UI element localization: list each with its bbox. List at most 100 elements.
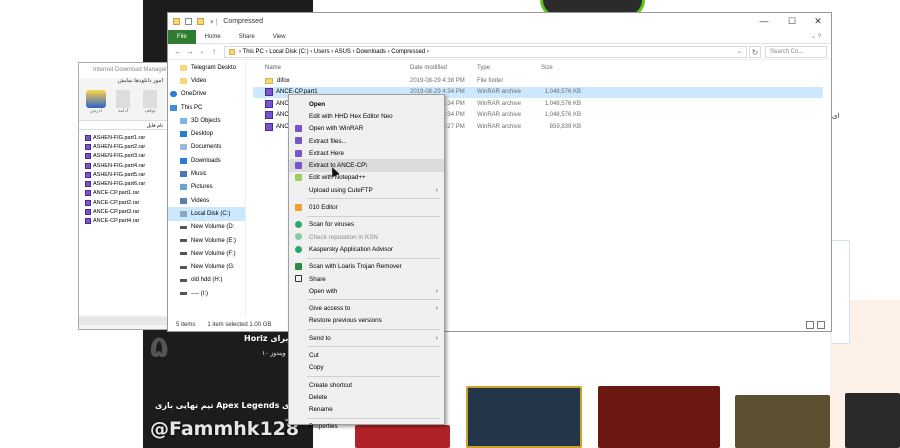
nav-item-volume-f[interactable]: New Volume (F:) [168,247,245,260]
up-arrow-icon[interactable]: ↑ [208,47,220,56]
side-panel [832,240,850,344]
menu-item-check-reputation[interactable]: Check reputation in KSN [289,231,444,243]
idm-list-header[interactable]: نام فایل [79,120,167,130]
nav-item-local-disk-c[interactable]: Local Disk (C:) [168,207,245,221]
menu-item-open-with[interactable]: Open with › [289,285,444,297]
tab-file[interactable]: File [168,29,196,44]
list-item[interactable]: ASHEN-FIG.part3.rar [79,152,167,161]
list-item[interactable]: ANCE-CP.part1.rar [79,189,167,198]
game-thumbnail[interactable] [466,386,582,448]
menu-item-kaspersky-advisor[interactable]: Kaspersky Application Advisor [289,243,444,255]
back-arrow-icon[interactable]: ← [172,47,184,56]
ribbon-expand-icon[interactable]: ⌄ ? [811,33,821,40]
menu-item-extract-here[interactable]: Extract Here [289,147,444,159]
tab-home[interactable]: Home [196,30,230,44]
details-view-icon[interactable] [806,321,814,329]
nav-item-volume-g[interactable]: New Volume (G: [168,260,245,273]
list-item[interactable]: ASHEN-FIG.part4.rar [79,161,167,170]
game-thumbnail[interactable] [845,393,900,448]
nav-item-downloads[interactable]: Downloads [168,154,245,167]
idm-window[interactable]: Internet Download Manager امور دانلودها … [78,62,168,330]
rar-icon [85,218,91,225]
tab-share[interactable]: Share [230,30,264,44]
menu-item-rename[interactable]: Rename [289,404,444,416]
menu-item-properties[interactable]: Properties [289,421,444,433]
kaspersky-icon [295,221,302,229]
menu-item-hex-editor[interactable]: Edit with HHD Hex Editor Neo [289,110,444,122]
list-item[interactable]: ASHEN-FIG.part6.rar [79,179,167,188]
idm-resume-button[interactable]: ادامه [110,90,136,118]
idm-title: Internet Download Manager [79,63,167,78]
cloud-icon [170,91,177,98]
menu-item-restore-versions[interactable]: Restore previous versions [289,315,444,327]
nav-item-documents[interactable]: Documents [168,141,245,154]
explorer-titlebar[interactable]: ▾ | Compressed — ☐ ✕ [168,13,831,30]
game-thumbnail[interactable] [735,395,830,448]
recent-dropdown-icon[interactable]: ⌄ [196,48,208,55]
nav-item-drive-i[interactable]: ---- (I:) [168,287,245,300]
menu-item-cuteftp[interactable]: Upload using CuteFTP › [289,184,444,196]
list-item[interactable]: ANCE-CP.part2.rar [79,198,167,207]
game-thumbnail[interactable] [598,386,720,448]
nav-item-old-hdd[interactable]: old hdd (H:) [168,274,245,287]
menu-item-extract-files[interactable]: Extract files... [289,135,444,147]
list-item[interactable]: ASHEN-FIG.part1.rar [79,133,167,142]
menu-item-copy[interactable]: Copy [289,362,444,374]
menu-item-extract-to[interactable]: Extract to ANCE-CP\ [289,159,444,172]
game-caption-1-sub: ویندوز ۱۰ [262,350,286,357]
nav-item-this-pc[interactable]: This PC [168,101,245,114]
nav-item-videos[interactable]: Videos [168,194,245,207]
forward-arrow-icon[interactable]: → [184,47,196,56]
new-folder-icon[interactable] [197,18,204,25]
nav-item-video-folder[interactable]: Video [168,74,245,87]
breadcrumb[interactable]: › This PC › Local Disk (C:) › Users › AS… [239,49,429,55]
nav-item-music[interactable]: Music [168,167,245,180]
folder-icon [229,48,235,55]
menu-item-scan-viruses[interactable]: Scan for viruses [289,219,444,231]
menu-item-create-shortcut[interactable]: Create shortcut [289,379,444,391]
menu-item-010-editor[interactable]: 010 Editor [289,201,444,213]
column-name[interactable]: Name [253,65,410,71]
menu-item-notepad[interactable]: Edit with Notepad++ [289,172,444,184]
menu-item-loaris[interactable]: Scan with Loaris Trojan Remover [289,261,444,273]
column-size[interactable]: Size [541,65,581,71]
nav-item-pictures[interactable]: Pictures [168,181,245,194]
list-item[interactable]: ASHEN-FIG.part2.rar [79,142,167,151]
large-icons-view-icon[interactable] [817,321,825,329]
list-item[interactable]: ANCE-CP.part3.rar [79,207,167,216]
qat-dropdown-icon[interactable]: ▾ | [210,18,217,26]
minimize-button[interactable]: — [753,13,775,30]
idm-add-url-button[interactable]: آدرس [83,90,109,118]
menu-item-open-winrar[interactable]: Open with WinRAR [289,123,444,135]
list-item[interactable]: ANCE-CP.part4.rar [79,217,167,226]
tab-view[interactable]: View [264,30,295,44]
idm-horizontal-scrollbar[interactable] [79,317,167,325]
table-row[interactable]: difox 2019-08-29 4:38 PM File folder [253,75,823,87]
menu-item-share[interactable]: Share [289,273,444,285]
idm-stop-button[interactable]: توقف [137,90,163,118]
search-input[interactable]: Search Co... [765,45,827,58]
nav-item-telegram[interactable]: Telegram Deskto [168,61,245,74]
properties-icon[interactable] [185,18,192,25]
address-bar[interactable]: › This PC › Local Disk (C:) › Users › AS… [224,45,747,58]
column-type[interactable]: Type [477,65,541,71]
column-date[interactable]: Date modified [410,65,477,71]
nav-item-3d-objects[interactable]: 3D Objects [168,114,245,127]
menu-item-send-to[interactable]: Send to › [289,332,444,344]
nav-item-volume-d[interactable]: New Volume (D: [168,221,245,234]
maximize-button[interactable]: ☐ [781,13,803,30]
close-button[interactable]: ✕ [807,13,829,30]
menu-item-cut[interactable]: Cut [289,349,444,361]
nav-item-desktop[interactable]: Desktop [168,127,245,140]
menu-item-give-access[interactable]: Give access to › [289,302,444,314]
address-dropdown-icon[interactable]: ⌄ [737,48,746,55]
menu-item-open[interactable]: Open [289,98,444,110]
list-item[interactable]: ASHEN-FIG.part5.rar [79,170,167,179]
refresh-icon[interactable]: ↻ [749,45,761,58]
notepad-icon [295,174,302,182]
menu-item-delete[interactable]: Delete [289,391,444,403]
nav-item-volume-e[interactable]: New Volume (E:) [168,234,245,247]
idm-menu[interactable]: امور دانلودها نمایش [79,78,167,88]
nav-item-onedrive[interactable]: OneDrive [168,88,245,101]
explorer-window[interactable]: ▾ | Compressed — ☐ ✕ File Home Share Vie… [167,12,832,332]
